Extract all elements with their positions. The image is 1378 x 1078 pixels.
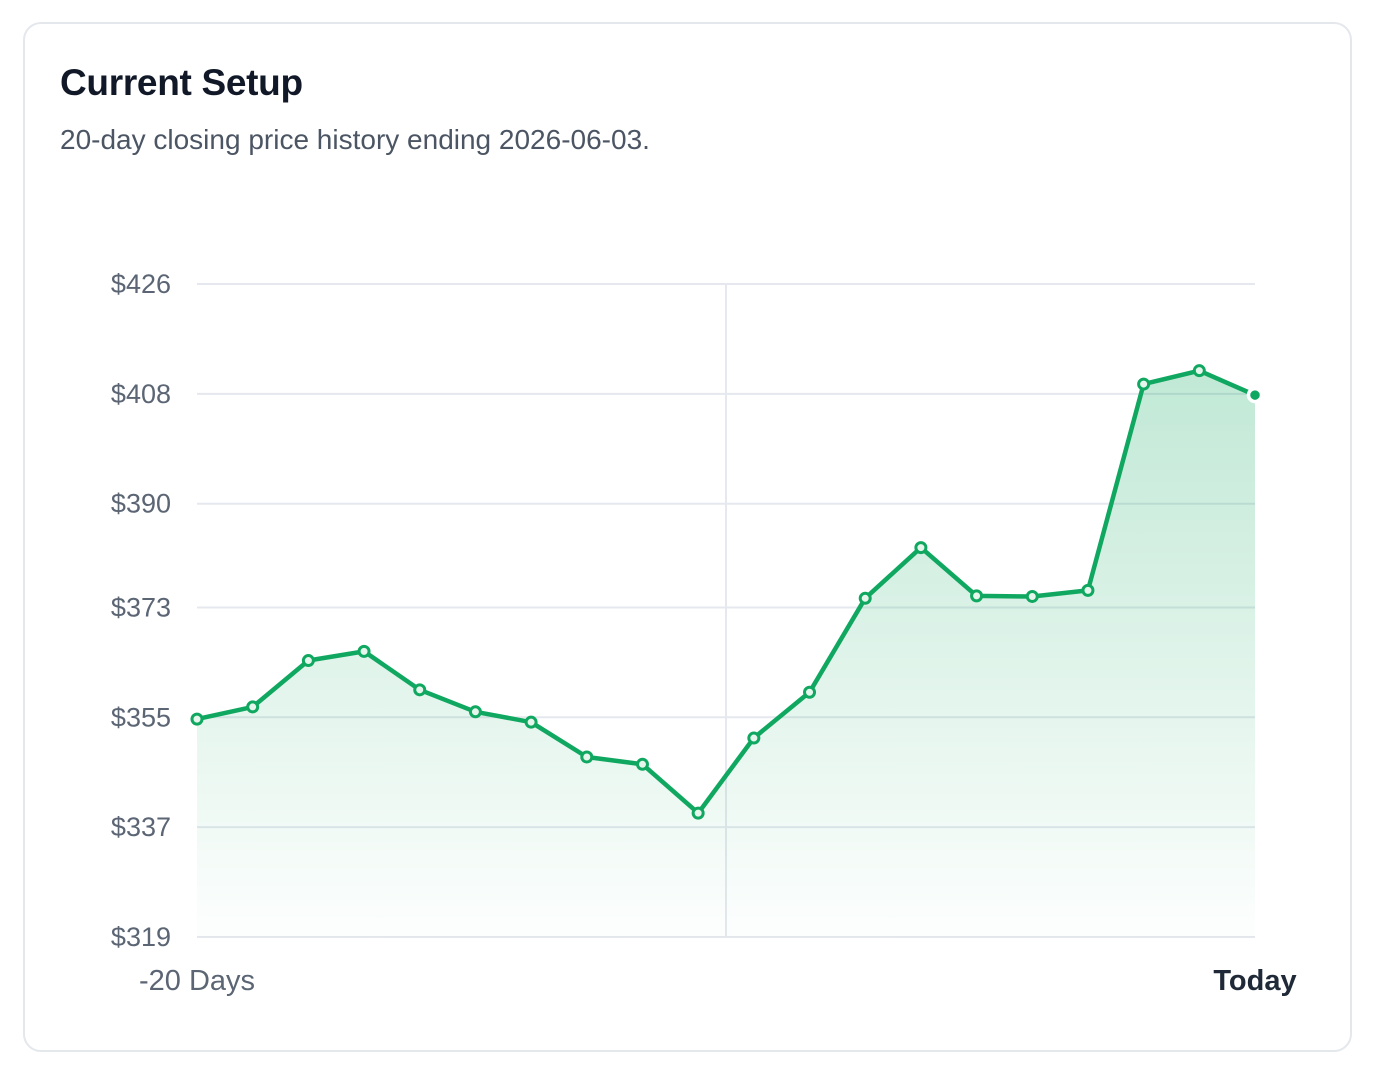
x-label-start: -20 Days: [139, 965, 255, 997]
price-point: [914, 541, 928, 555]
y-axis-ticks: $426 $408 $390 $373 $355 $337 $319: [111, 269, 171, 952]
price-point: [1081, 583, 1095, 597]
price-point: [301, 654, 315, 668]
y-tick-label: $319: [111, 922, 171, 952]
price-chart: $426 $408 $390 $373 $355 $337 $319 -20 Days To…: [111, 269, 1297, 997]
price-point: [468, 705, 482, 719]
y-tick-label: $408: [111, 379, 171, 409]
y-tick-label: $373: [111, 592, 171, 622]
price-point: [803, 685, 817, 699]
price-point: [1137, 377, 1151, 391]
price-point: [635, 757, 649, 771]
price-point: [970, 589, 984, 603]
price-point-latest: [1246, 386, 1264, 404]
y-tick-label: $426: [111, 269, 171, 299]
x-label-end: Today: [1213, 965, 1296, 997]
price-point: [357, 644, 371, 658]
price-point: [691, 806, 705, 820]
price-point: [858, 591, 872, 605]
price-point: [524, 715, 538, 729]
y-tick-label: $337: [111, 812, 171, 842]
y-tick-label: $355: [111, 702, 171, 732]
price-point: [190, 712, 204, 726]
y-tick-label: $390: [111, 489, 171, 519]
price-point: [1025, 589, 1039, 603]
price-point: [580, 750, 594, 764]
price-point: [246, 700, 260, 714]
price-point: [1192, 364, 1206, 378]
price-point: [413, 683, 427, 697]
price-point: [747, 731, 761, 745]
